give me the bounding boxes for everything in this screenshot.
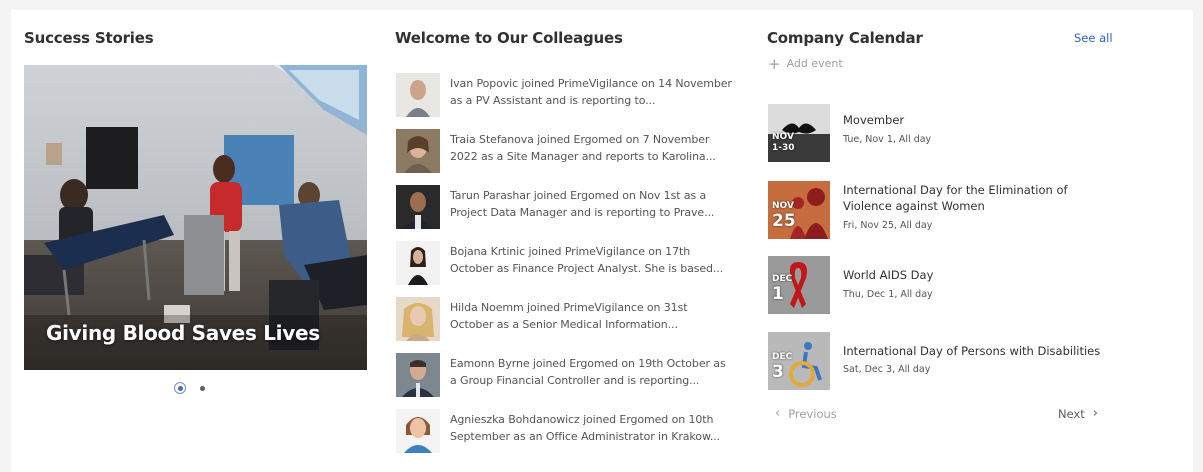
add-event-button[interactable]: + Add event — [768, 54, 843, 73]
colleague-photo — [396, 409, 440, 453]
event-when: Sat, Dec 3, All day — [843, 364, 931, 375]
previous-label: Previous — [788, 406, 837, 421]
colleague-text: Agnieszka Bohdanowicz joined Ergomed on … — [450, 413, 721, 443]
colleague-photo — [396, 241, 440, 285]
colleague-photo — [396, 353, 440, 397]
colleague-text: Tarun Parashar joined Ergomed on Nov 1st… — [450, 189, 715, 219]
colleague-item[interactable]: Ivan Popovic joined PrimeVigilance on 14… — [396, 71, 736, 119]
event-title: Movember — [843, 113, 905, 127]
next-button[interactable]: Next › — [1058, 406, 1098, 421]
event-thumbnail: DEC 1 — [768, 256, 830, 314]
calendar-event[interactable]: DEC 1 World AIDS Day Thu, Dec 1, All day — [768, 256, 1168, 316]
slide-caption[interactable]: Giving Blood Saves Lives — [46, 321, 320, 345]
colleague-item[interactable]: Eamonn Byrne joined Ergomed on 19th Octo… — [396, 351, 736, 399]
colleague-photo — [396, 297, 440, 341]
chevron-left-icon: ‹ — [775, 406, 781, 421]
previous-button[interactable]: ‹ Previous — [775, 406, 837, 421]
calendar-title: Company Calendar — [767, 29, 923, 47]
event-thumbnail: NOV 1-30 — [768, 104, 830, 162]
event-month: DEC — [772, 352, 793, 362]
next-label: Next — [1058, 406, 1085, 421]
event-when: Fri, Nov 25, All day — [843, 220, 933, 231]
colleague-text: Eamonn Byrne joined Ergomed on 19th Octo… — [450, 357, 726, 387]
carousel-dot[interactable] — [200, 385, 205, 391]
event-month: NOV — [772, 132, 794, 142]
calendar-event[interactable]: NOV 25 International Day for the Elimina… — [768, 181, 1168, 241]
colleague-item[interactable]: Tarun Parashar joined Ergomed on Nov 1st… — [396, 183, 736, 231]
colleague-text: Hilda Noemm joined PrimeVigilance on 31s… — [450, 301, 688, 331]
colleague-item[interactable]: Traia Stefanova joined Ergomed on 7 Nove… — [396, 127, 736, 175]
colleague-text: Bojana Krtinic joined PrimeVigilance on … — [450, 245, 724, 275]
calendar-event[interactable]: DEC 3 International Day of Persons with … — [768, 332, 1168, 392]
colleague-text: Ivan Popovic joined PrimeVigilance on 14… — [450, 77, 732, 107]
event-day: 25 — [772, 211, 796, 231]
colleague-item[interactable]: Hilda Noemm joined PrimeVigilance on 31s… — [396, 295, 736, 343]
chevron-right-icon: › — [1092, 406, 1098, 421]
event-title: International Day for the Elimination of… — [843, 183, 1068, 213]
colleague-item[interactable]: Bojana Krtinic joined PrimeVigilance on … — [396, 239, 736, 287]
colleague-item[interactable]: Agnieszka Bohdanowicz joined Ergomed on … — [396, 407, 736, 455]
event-when: Tue, Nov 1, All day — [843, 134, 932, 145]
see-all-link[interactable]: See all — [1074, 31, 1113, 45]
carousel-dots — [174, 382, 205, 394]
colleague-photo — [396, 73, 440, 117]
event-title: World AIDS Day — [843, 268, 934, 282]
event-when: Thu, Dec 1, All day — [843, 289, 933, 300]
calendar-event[interactable]: NOV 1-30 Movember Tue, Nov 1, All day — [768, 104, 1168, 164]
event-title: International Day of Persons with Disabi… — [843, 344, 1101, 358]
event-day: 1-30 — [772, 143, 795, 153]
success-stories-title: Success Stories — [24, 29, 154, 47]
colleague-photo — [396, 185, 440, 229]
event-day: 1 — [772, 284, 784, 304]
success-story-slide[interactable]: Giving Blood Saves Lives — [24, 65, 367, 370]
colleague-photo — [396, 129, 440, 173]
colleagues-title: Welcome to Our Colleagues — [395, 29, 623, 47]
carousel-dot-active[interactable] — [174, 382, 186, 394]
event-month: NOV — [772, 201, 794, 211]
colleague-text: Traia Stefanova joined Ergomed on 7 Nove… — [450, 133, 716, 163]
event-month: DEC — [772, 274, 793, 284]
event-day: 3 — [772, 362, 784, 382]
event-thumbnail: DEC 3 — [768, 332, 830, 390]
event-thumbnail: NOV 25 — [768, 181, 830, 239]
plus-icon: + — [768, 54, 781, 73]
add-event-label: Add event — [786, 57, 843, 70]
